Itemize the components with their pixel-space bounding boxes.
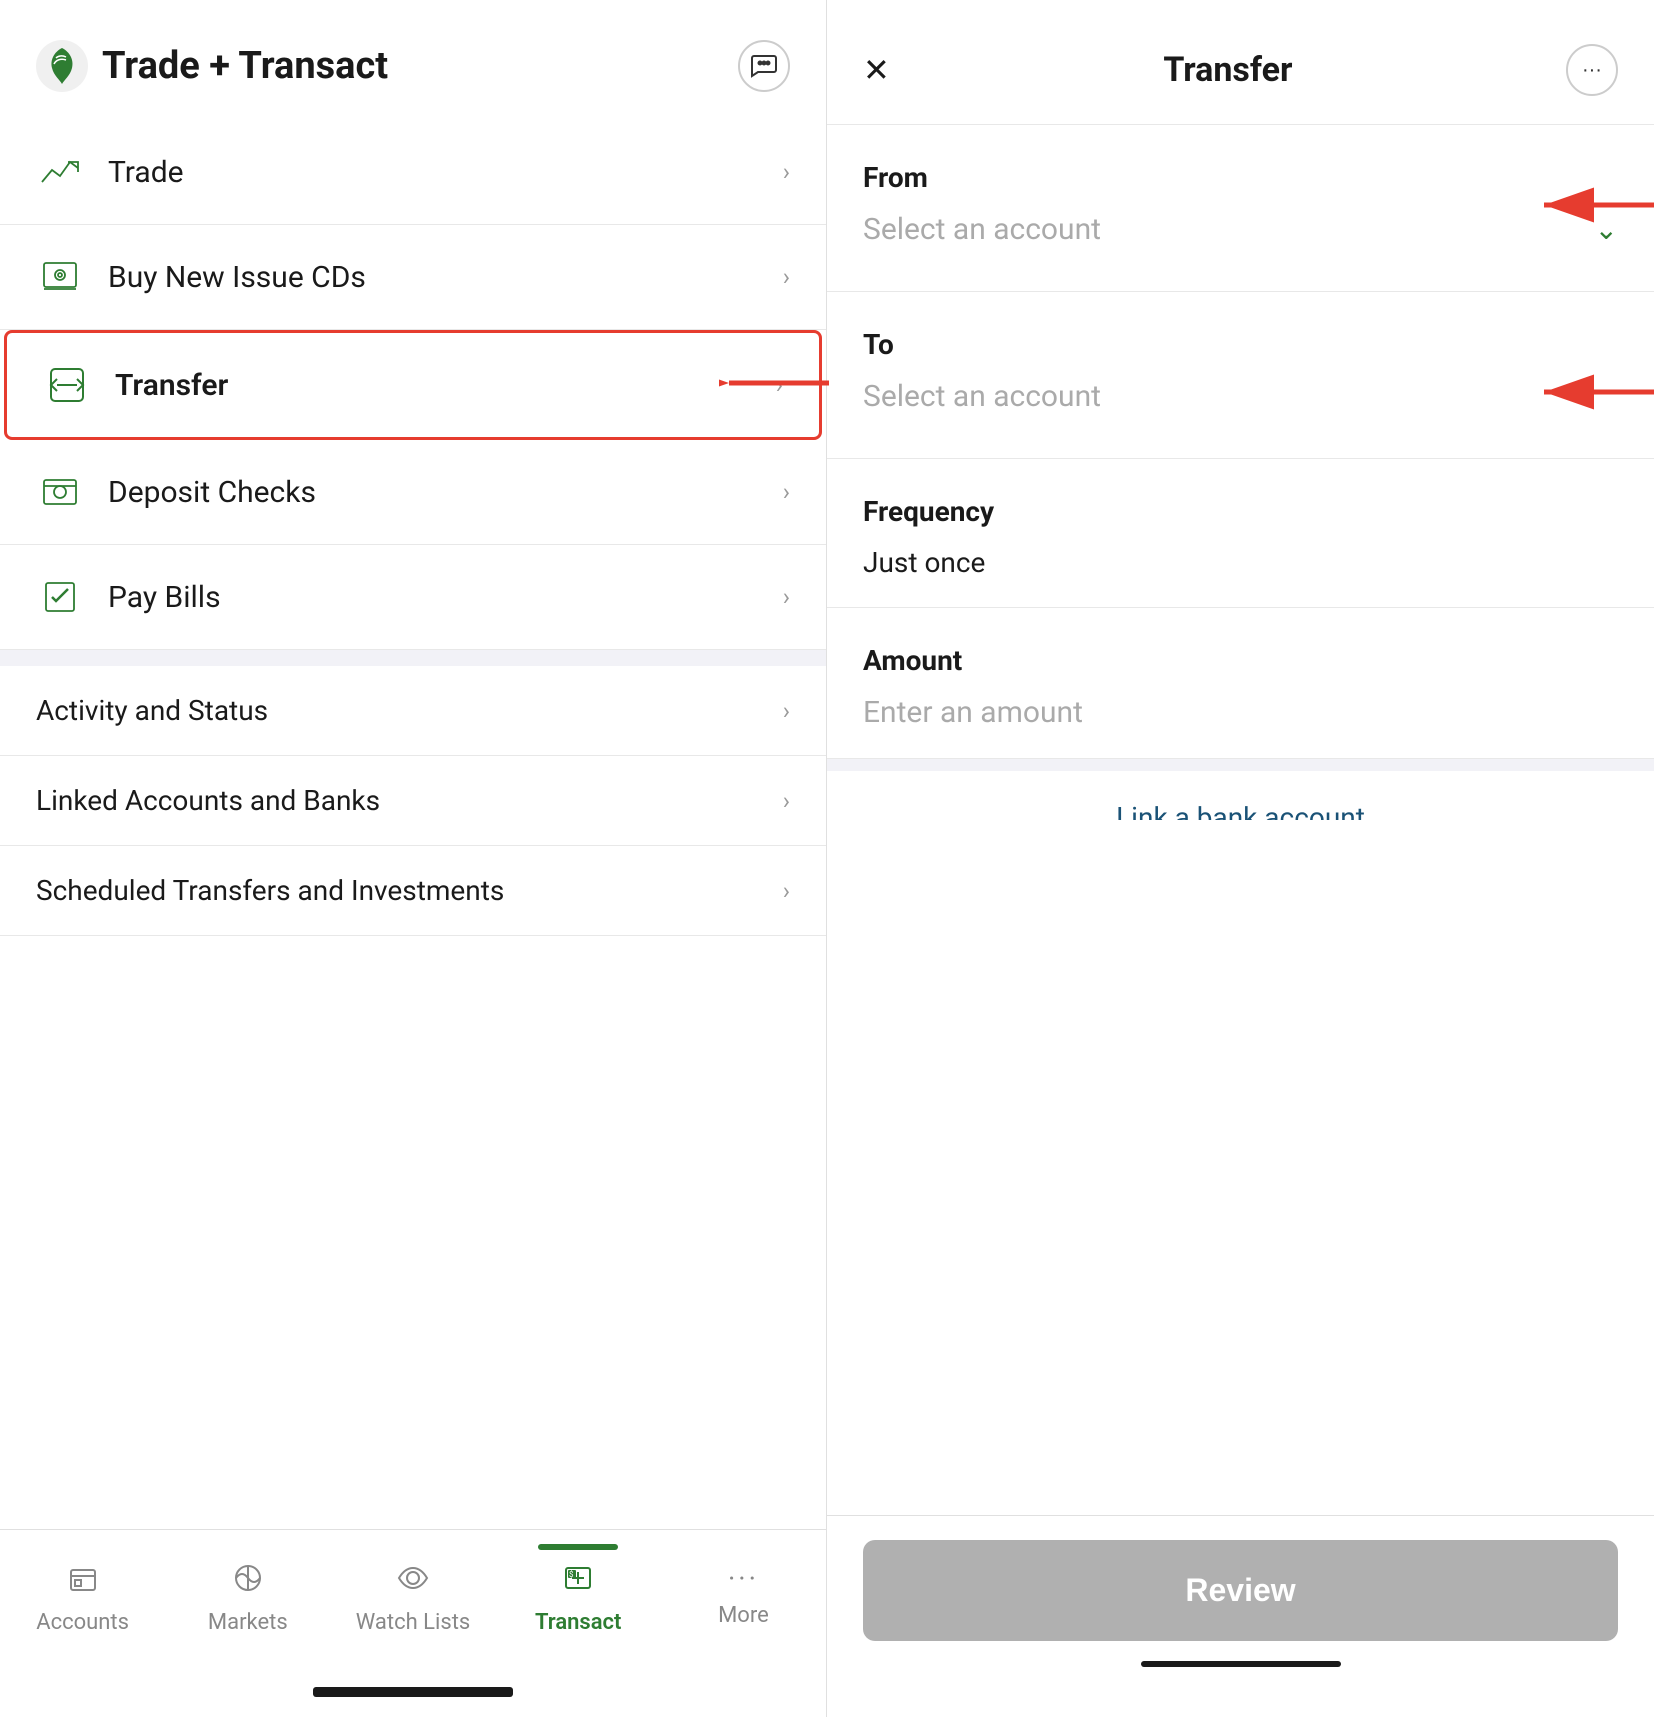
section-divider [0, 650, 826, 666]
left-panel: Trade + Transact Trade › Buy New I [0, 0, 827, 1717]
menu-item-transfer[interactable]: Transfer › [4, 330, 822, 440]
paybills-icon [36, 573, 84, 621]
left-bottom-nav: Accounts Markets Watch Lists [0, 1529, 826, 1687]
nav-transact[interactable]: $ Transact [496, 1550, 661, 1647]
deposit-icon [36, 468, 84, 516]
fidelity-logo-icon [36, 40, 88, 92]
menu-item-deposit[interactable]: Deposit Checks › [0, 440, 826, 545]
right-panel: ✕ Transfer ··· From Select an account ⌄ … [827, 0, 1654, 1717]
menu-item-linked[interactable]: Linked Accounts and Banks › [0, 756, 826, 846]
accounts-icon [67, 1562, 99, 1602]
section-divider-right [827, 759, 1654, 771]
primary-menu: Trade › Buy New Issue CDs › Transfer › [0, 120, 826, 650]
scheduled-chevron-icon: › [783, 877, 790, 905]
from-section: From Select an account ⌄ The new bank ac… [827, 125, 1654, 292]
accounts-nav-label: Accounts [36, 1610, 129, 1635]
frequency-label: Frequency [863, 495, 1618, 528]
app-title: Trade + Transact [102, 44, 388, 88]
more-options-button[interactable]: ··· [1566, 44, 1618, 96]
left-header: Trade + Transact [0, 0, 826, 120]
transfer-chevron-icon: › [776, 371, 783, 399]
trade-icon [36, 148, 84, 196]
secondary-menu: Activity and Status › Linked Accounts an… [0, 666, 826, 936]
activity-chevron-icon: › [783, 697, 790, 725]
menu-item-activity[interactable]: Activity and Status › [0, 666, 826, 756]
home-indicator-left [313, 1687, 513, 1697]
markets-icon [232, 1562, 264, 1602]
linked-chevron-icon: › [783, 787, 790, 815]
review-section: Review [827, 1515, 1654, 1717]
transact-nav-label: Transact [535, 1610, 621, 1635]
transfer-icon [43, 361, 91, 409]
left-spacer [0, 936, 826, 1529]
close-button[interactable]: ✕ [863, 54, 890, 86]
amount-section: Amount Enter an amount [827, 608, 1654, 759]
more-icon: ··· [728, 1562, 759, 1595]
to-placeholder: Select an account [863, 379, 1101, 414]
chat-button[interactable] [738, 40, 790, 92]
from-placeholder: Select an account [863, 212, 1101, 247]
menu-item-scheduled[interactable]: Scheduled Transfers and Investments › [0, 846, 826, 936]
watchlists-nav-label: Watch Lists [356, 1610, 471, 1635]
menu-item-paybills[interactable]: Pay Bills › [0, 545, 826, 650]
more-nav-label: More [718, 1603, 769, 1628]
amount-input[interactable]: Enter an amount [863, 695, 1618, 758]
nav-accounts[interactable]: Accounts [0, 1550, 165, 1647]
nav-more[interactable]: ··· More [661, 1550, 826, 1647]
markets-nav-label: Markets [208, 1610, 288, 1635]
amount-label: Amount [863, 644, 1618, 677]
right-header: ✕ Transfer ··· [827, 0, 1654, 125]
paybills-chevron-icon: › [783, 583, 790, 611]
to-select[interactable]: Select an account [863, 379, 1618, 438]
home-indicator-right [1141, 1661, 1341, 1667]
link-bank-account[interactable]: Link a bank account [827, 771, 1654, 820]
menu-item-cds[interactable]: Buy New Issue CDs › [0, 225, 826, 330]
transfer-form: From Select an account ⌄ The new bank ac… [827, 125, 1654, 820]
to-section: To Select an account Your new Fidelity a… [827, 292, 1654, 459]
home-indicator-left-container [0, 1687, 826, 1717]
nav-markets[interactable]: Markets [165, 1550, 330, 1647]
from-label: From [863, 161, 1618, 194]
frequency-section: Frequency Just once [827, 459, 1654, 608]
from-arrow-icon: ⌄ [1595, 213, 1618, 246]
cds-icon [36, 253, 84, 301]
review-button[interactable]: Review [863, 1540, 1618, 1641]
menu-item-trade[interactable]: Trade › [0, 120, 826, 225]
deposit-chevron-icon: › [783, 478, 790, 506]
links-section: Link a bank account Transfer investments… [827, 771, 1654, 820]
watchlists-icon [397, 1562, 429, 1602]
frequency-value: Just once [863, 546, 1618, 607]
home-indicator-right-container [863, 1641, 1618, 1667]
to-label: To [863, 328, 1618, 361]
right-content-spacer [827, 820, 1654, 1515]
transact-icon: $ [562, 1562, 594, 1602]
transfer-title: Transfer [1163, 50, 1292, 90]
from-select[interactable]: Select an account ⌄ [863, 212, 1618, 271]
trade-chevron-icon: › [783, 158, 790, 186]
cds-chevron-icon: › [783, 263, 790, 291]
left-header-title: Trade + Transact [36, 40, 388, 92]
svg-text:$: $ [569, 1570, 574, 1579]
nav-watchlists[interactable]: Watch Lists [330, 1550, 495, 1647]
transact-active-bar [538, 1544, 618, 1550]
